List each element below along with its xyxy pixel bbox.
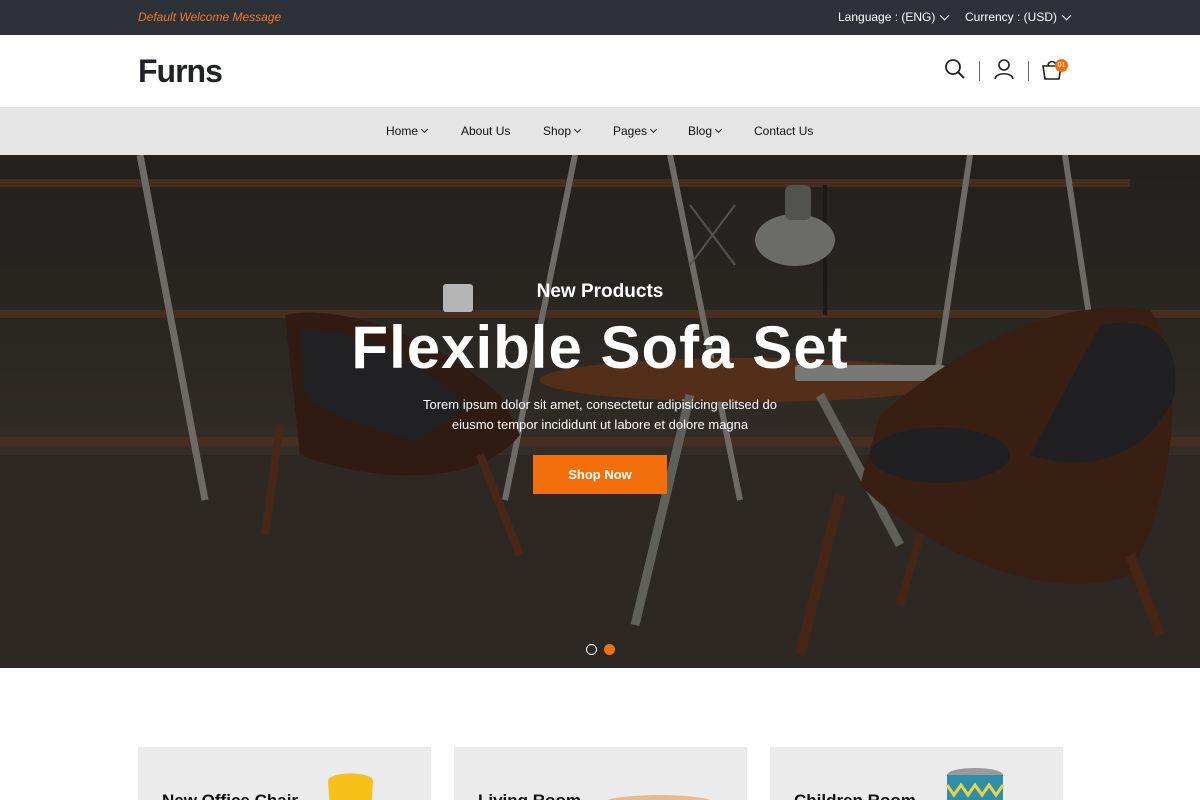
hero-description: Torem ipsum dolor sit amet, consectetur …: [380, 395, 820, 435]
language-selector[interactable]: Language : (ENG): [838, 10, 950, 24]
nav-item-label: Blog: [688, 124, 713, 138]
chevron-down-icon: [420, 125, 429, 134]
hero-description-line: Torem ipsum dolor sit amet, consectetur …: [422, 397, 778, 412]
children-room-image: [945, 768, 1005, 800]
nav-item-home[interactable]: Home: [386, 124, 429, 138]
language-label: Language : (ENG): [838, 10, 936, 24]
nav-item-pages[interactable]: Pages: [613, 124, 658, 138]
hero-slider: New Products Flexible Sofa Set Torem ips…: [0, 155, 1200, 668]
nav-item-label: Contact Us: [754, 124, 814, 138]
nav-item-label: Home: [386, 124, 419, 138]
slider-dot-1[interactable]: [586, 644, 597, 655]
header-divider: [979, 61, 980, 81]
site-logo[interactable]: Furns: [138, 53, 223, 90]
nav-item-about-us[interactable]: About Us: [461, 124, 510, 138]
category-title: New Office Chair: [162, 791, 298, 800]
search-icon[interactable]: [943, 57, 971, 85]
currency-label: Currency : (USD): [965, 10, 1058, 24]
category-title: Children Room: [794, 791, 916, 800]
chevron-down-icon: [1061, 10, 1072, 20]
header: Furns: [0, 35, 1200, 107]
cart-count-badge: 01: [1055, 59, 1068, 72]
nav-item-contact-us[interactable]: Contact Us: [754, 124, 813, 138]
hero-description-line: eiusmo tempor incididunt ut labore et do…: [451, 417, 749, 432]
category-card-office-chair[interactable]: New Office Chair: [138, 747, 431, 800]
chevron-down-icon: [714, 125, 723, 134]
nav-item-label: Pages: [613, 124, 648, 138]
nav-item-shop[interactable]: Shop: [543, 124, 582, 138]
hero-subtitle: New Products: [536, 281, 664, 302]
category-title: Living Room: [478, 791, 581, 800]
slider-dot-2[interactable]: [604, 644, 615, 655]
nav-item-blog[interactable]: Blog: [688, 124, 723, 138]
currency-selector[interactable]: Currency : (USD): [965, 10, 1072, 24]
nav-item-label: Shop: [543, 124, 572, 138]
main-nav: Home About Us Shop Pages Blog Contact Us: [0, 107, 1200, 155]
category-card-children-room[interactable]: Children Room: [770, 747, 1063, 800]
user-icon[interactable]: [992, 57, 1020, 85]
nav-item-label: About Us: [461, 124, 511, 138]
hero-title: Flexible Sofa Set: [351, 314, 849, 381]
shop-now-button[interactable]: Shop Now: [533, 455, 667, 494]
top-bar: Default Welcome Message Language : (ENG)…: [0, 0, 1200, 35]
header-divider: [1028, 61, 1029, 81]
office-chair-image: [328, 773, 373, 800]
living-room-image: [607, 795, 711, 800]
welcome-message: Default Welcome Message: [138, 10, 282, 24]
category-card-living-room[interactable]: Living Room: [454, 747, 747, 800]
chevron-down-icon: [649, 125, 658, 134]
chevron-down-icon: [573, 125, 582, 134]
chevron-down-icon: [939, 10, 950, 20]
